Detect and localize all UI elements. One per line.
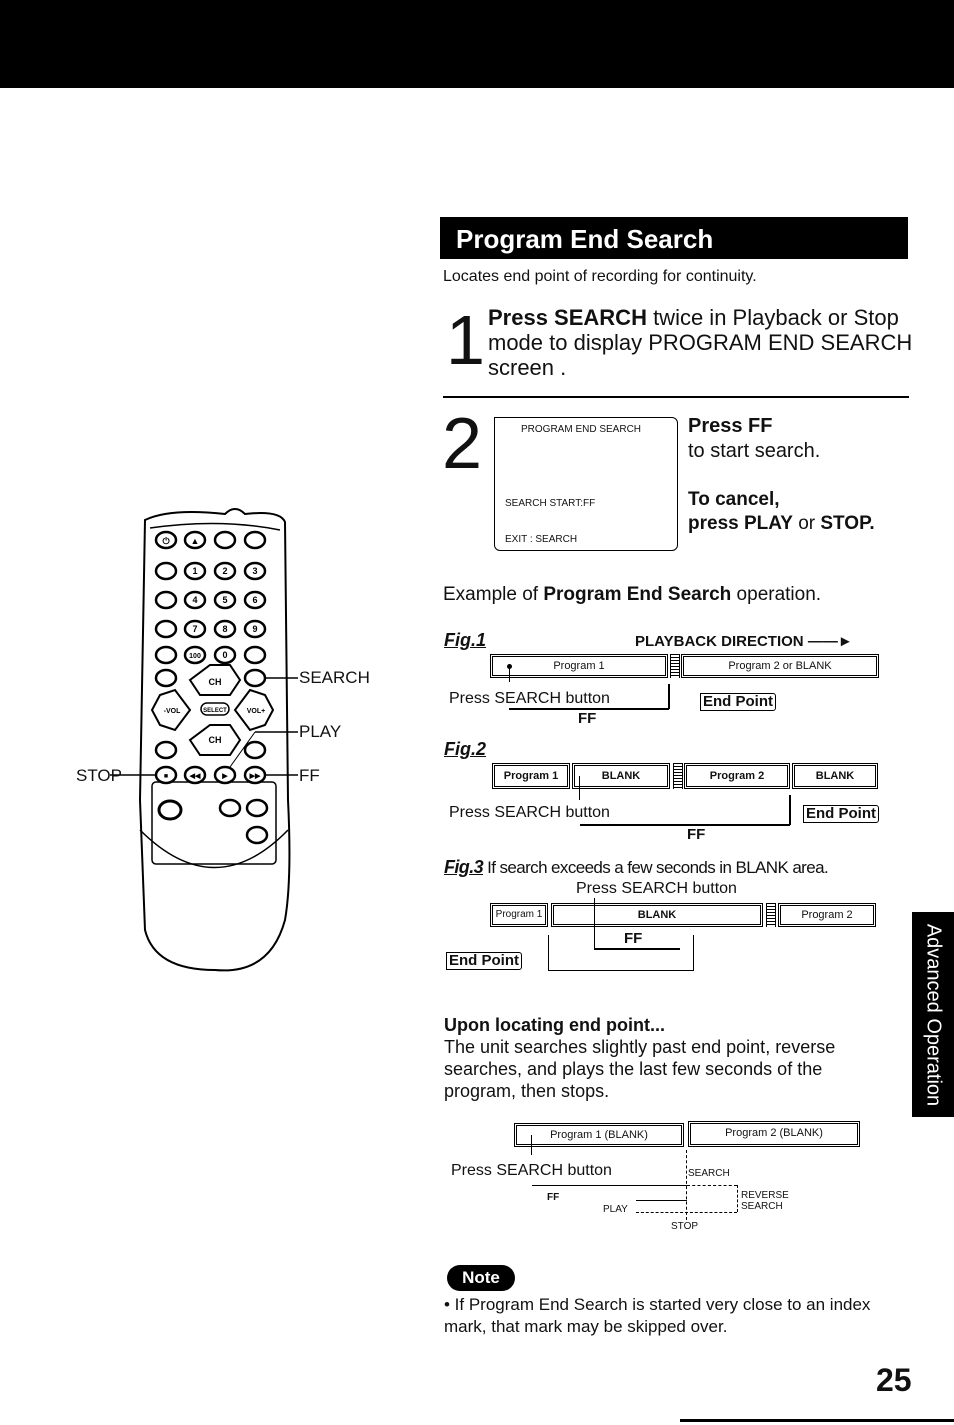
fig1-press-search: Press SEARCH button	[449, 690, 610, 707]
press-ff-label: Press FF	[688, 415, 773, 437]
fig4-segment-program2: Program 2 (BLANK)	[688, 1121, 860, 1147]
fig4-play-line	[636, 1200, 687, 1201]
svg-text:■: ■	[164, 773, 168, 780]
fig1-label: Fig.1	[444, 630, 487, 650]
playback-direction-label: PLAYBACK DIRECTION ——►	[635, 633, 853, 650]
fig1-segment-program1: Program 1	[490, 654, 668, 678]
search-button	[243, 668, 267, 688]
svg-text:VOL+: VOL+	[247, 708, 265, 715]
remote-callout-ff: FF	[299, 766, 320, 785]
svg-text:0: 0	[222, 650, 227, 660]
fig4-play-label: PLAY	[603, 1204, 628, 1215]
remote-control-illustration: ⏻ ▲ 1 2 3 4 5 6 7 8 9 100 0 CH CH -VOL VO…	[110, 508, 298, 972]
svg-text:◀◀: ◀◀	[189, 773, 201, 780]
fig1-end-point: End Point	[700, 693, 776, 711]
fig4-reverse-dashed	[737, 1185, 738, 1212]
fig3-end-point: End Point	[446, 952, 522, 970]
svg-text:4: 4	[192, 595, 197, 605]
remote-callout-stop: STOP	[76, 766, 122, 785]
top-black-band	[0, 0, 954, 88]
osd-exit: EXIT : SEARCH	[505, 534, 578, 545]
example-heading: Example of Program End Search operation.	[443, 584, 822, 605]
svg-text:-VOL: -VOL	[164, 708, 181, 715]
fig2-segment-blank1: BLANK	[572, 763, 670, 789]
fig4-stop-label: STOP	[671, 1221, 699, 1232]
fig4-ff-label: FF	[547, 1192, 560, 1203]
osd-screen: PROGRAM END SEARCH SEARCH START:FF EXIT …	[494, 417, 678, 551]
fig1-ff-arrow	[668, 684, 670, 709]
fig2-label: Fig.2	[444, 739, 487, 759]
svg-text:▶▶: ▶▶	[249, 773, 261, 780]
fig4-press-search: Press SEARCH button	[451, 1162, 612, 1179]
fig3-heading: Fig.3 If search exceeds a few seconds in…	[444, 857, 829, 877]
fig2-segment-blank2: BLANK	[792, 763, 878, 789]
divider	[443, 396, 909, 398]
fig4-end-dashed	[686, 1150, 687, 1220]
side-tab-advanced-operation: Advanced Operation	[912, 912, 954, 1117]
note-badge: Note	[447, 1265, 515, 1291]
section-title: Program End Search	[440, 217, 908, 259]
svg-text:6: 6	[252, 595, 257, 605]
svg-text:▲: ▲	[191, 536, 200, 546]
fig1-ff-label: FF	[578, 710, 597, 727]
fig2-ff-line	[580, 824, 790, 826]
fig4-search-label: SEARCH	[688, 1168, 730, 1179]
fig4-connector	[531, 1135, 532, 1155]
arrow-right-icon: ——►	[807, 633, 853, 650]
svg-text:3: 3	[252, 566, 257, 576]
fig3-press-search: Press SEARCH button	[576, 880, 737, 897]
intro-text: Locates end point of recording for conti…	[443, 268, 757, 285]
sleep-button	[243, 530, 267, 550]
fig2-end-point: End Point	[803, 805, 879, 823]
svg-text:CH: CH	[209, 735, 222, 745]
fig4-reverse-search-label: REVERSE SEARCH	[741, 1190, 789, 1212]
fig3-segment-blank: BLANK	[551, 903, 763, 927]
svg-text:7: 7	[192, 624, 197, 634]
remote-callout-search: SEARCH	[299, 668, 370, 687]
fig3-segment-program1: Program 1	[490, 903, 548, 927]
bottom-rule	[680, 1419, 954, 1422]
step-2-number: 2	[442, 404, 483, 484]
fig2-ff-label: FF	[687, 826, 706, 843]
fig4-ff-line	[532, 1185, 687, 1186]
svg-text:▶: ▶	[221, 773, 228, 780]
osd-search-start: SEARCH START:FF	[505, 498, 596, 509]
osd-title: PROGRAM END SEARCH	[521, 424, 642, 435]
svg-text:8: 8	[222, 624, 227, 634]
svg-text:CH: CH	[209, 677, 222, 687]
step-1-number: 1	[446, 301, 485, 379]
fig3-return-path	[548, 935, 694, 971]
svg-text:5: 5	[222, 595, 227, 605]
fig2-segment-program1: Program 1	[492, 763, 570, 789]
upon-locating-body: The unit searches slightly past end poin…	[444, 1037, 836, 1101]
fig3-index-mark	[766, 903, 776, 927]
fig2-index-mark	[673, 763, 683, 789]
vcr-button	[213, 530, 237, 550]
svg-text:1: 1	[192, 566, 197, 576]
svg-text:9: 9	[252, 624, 257, 634]
fig4-segment-program1: Program 1 (BLANK)	[514, 1123, 684, 1147]
fig1-connector	[509, 666, 510, 682]
fig2-connector	[579, 776, 580, 800]
fig2-ff-arrow	[789, 795, 791, 825]
fig2-segment-program2: Program 2	[684, 763, 790, 789]
page-number: 25	[876, 1362, 912, 1398]
upon-locating-heading: Upon locating end point...	[444, 1015, 665, 1035]
to-start-label: to start search.	[688, 440, 821, 462]
svg-text:SELECT: SELECT	[203, 708, 227, 714]
cancel-label: To cancel,	[688, 489, 780, 510]
fig2-press-search: Press SEARCH button	[449, 804, 610, 821]
step-1-text: Press SEARCH twice in Playback or Stop m…	[488, 305, 913, 380]
svg-text:2: 2	[222, 566, 227, 576]
remote-callout-play: PLAY	[299, 722, 342, 741]
svg-text:⏻: ⏻	[162, 536, 170, 546]
note-text: • If Program End Search is started very …	[444, 1295, 871, 1336]
fig4-search-dashed	[687, 1185, 737, 1186]
fig3-segment-program2: Program 2	[778, 903, 876, 927]
svg-text:100: 100	[189, 653, 201, 660]
cancel-instruction: press PLAY or STOP.	[688, 513, 875, 534]
fig1-index-mark	[670, 654, 680, 678]
fig1-segment-program2: Program 2 or BLANK	[681, 654, 879, 678]
